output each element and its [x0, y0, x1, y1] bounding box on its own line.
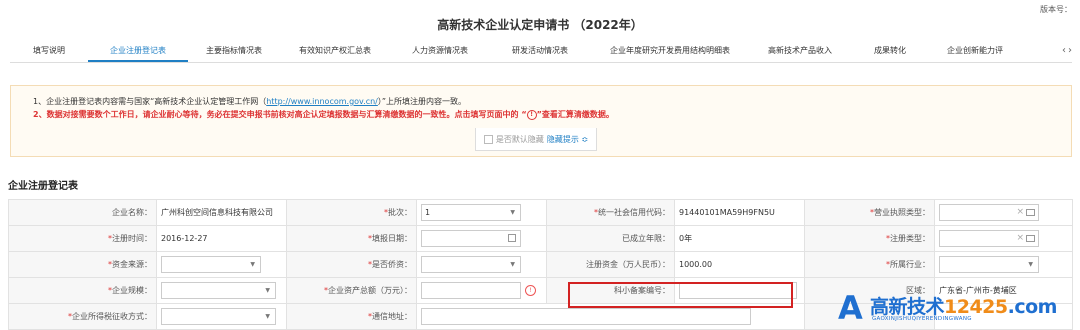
clear-icon[interactable]: × — [1016, 231, 1024, 246]
scale-select[interactable]: ▼ — [161, 282, 276, 299]
chevron-down-icon: ▼ — [265, 287, 270, 294]
tab-innovation[interactable]: 企业创新能力评 — [930, 41, 1020, 61]
smb-highlight-box — [568, 282, 793, 308]
hide-tip-toggle[interactable]: 是否默认隐藏 隐藏提示 ≎ — [475, 128, 597, 151]
default-hide-label: 是否默认隐藏 — [495, 134, 544, 144]
address-label: 通信地址： — [372, 312, 412, 321]
notice-line-2: 2、数据对接需要数个工作日，请企业耐心等待，务必在提交申报书前核对高企认定填报数… — [33, 109, 614, 120]
table-row: *注册时间： 2016-12-27 *填报日期： 已成立年限： 0年 *注册类型… — [8, 225, 1073, 252]
industry-label: 所属行业： — [890, 260, 930, 269]
industry-select[interactable]: ▼ — [939, 256, 1039, 273]
chevron-down-icon: ▼ — [1028, 261, 1033, 268]
tax-method-label: 企业所得税征收方式： — [72, 312, 152, 321]
reg-type-select[interactable]: × — [939, 230, 1039, 247]
folder-icon[interactable] — [1026, 209, 1035, 216]
reg-capital-value: 1000.00 — [674, 251, 805, 278]
tab-instructions[interactable]: 填写说明 — [10, 41, 88, 61]
fill-date-input[interactable] — [421, 230, 521, 247]
folder-icon[interactable] — [1026, 235, 1035, 242]
hide-tip-link[interactable]: 隐藏提示 ≎ — [547, 134, 588, 145]
chevron-down-icon: ▼ — [250, 261, 255, 268]
chevron-down-icon: ▼ — [510, 261, 515, 268]
fund-source-label: 资金来源： — [112, 260, 152, 269]
tab-hitech-income[interactable]: 高新技术产品收入 — [750, 41, 850, 61]
company-name-value: 广州科创空间信息科技有限公司 — [156, 199, 287, 226]
reg-capital-label: 注册资金（万人民币）： — [546, 251, 675, 278]
fill-date-label: 填报日期： — [372, 234, 412, 243]
license-type-select[interactable]: × — [939, 204, 1039, 221]
overseas-label: 是否侨资： — [372, 260, 412, 269]
default-hide-checkbox[interactable] — [483, 134, 493, 144]
calendar-icon[interactable] — [508, 234, 516, 242]
batch-select[interactable]: 1 ▼ — [421, 204, 521, 221]
credit-code-label: 统一社会信用代码： — [598, 208, 670, 217]
tab-ip-summary[interactable]: 有效知识产权汇总表 — [280, 41, 390, 61]
tab-achievement[interactable]: 成果转化 — [850, 41, 930, 61]
innocom-link[interactable]: http://www.innocom.gov.cn/ — [266, 97, 378, 106]
assets-input[interactable] — [421, 282, 521, 299]
fund-source-select[interactable]: ▼ — [161, 256, 261, 273]
tab-bar: 填写说明 企业注册登记表 主要指标情况表 有效知识产权汇总表 人力资源情况表 研… — [10, 41, 1072, 63]
section-title: 企业注册登记表 — [8, 181, 78, 192]
warning-circle-icon: ! — [526, 109, 537, 120]
page-title: 高新技术企业认定申请书 （2022年） — [437, 18, 643, 32]
chevron-left-icon[interactable]: ‹ — [1062, 41, 1066, 61]
chevron-down-icon: ▼ — [265, 313, 270, 320]
watermark-logo: A 高新技术12425.com GAOXINJISHUQIYERENDINGWA… — [838, 289, 1057, 327]
notice-line-1: 1、企业注册登记表内容需与国家“高新技术企业认定管理工作网（http://www… — [33, 97, 467, 106]
license-type-label: 营业执照类型： — [874, 208, 930, 217]
scale-label: 企业规模： — [112, 286, 152, 295]
tab-key-indicators[interactable]: 主要指标情况表 — [188, 41, 280, 61]
established-value: 0年 — [674, 225, 805, 252]
table-row: 企业名称： 广州科创空间信息科技有限公司 *批次： 1 ▼ *统一社会信用代码： … — [8, 199, 1073, 226]
reg-time-label: 注册时间： — [112, 234, 152, 243]
tab-rd-activity[interactable]: 研发活动情况表 — [490, 41, 590, 61]
company-name-label: 企业名称： — [8, 199, 157, 226]
overseas-select[interactable]: ▼ — [421, 256, 521, 273]
batch-label: 批次： — [388, 208, 412, 217]
chevron-down-icon: ▼ — [510, 209, 515, 216]
tax-method-select[interactable]: ▼ — [161, 308, 276, 325]
tab-hr[interactable]: 人力资源情况表 — [390, 41, 490, 61]
address-input[interactable] — [421, 308, 751, 325]
assets-label: 企业资产总额（万元）： — [328, 286, 412, 295]
table-row: *资金来源： ▼ *是否侨资： ▼ 注册资金（万人民币）： 1000.00 *所… — [8, 251, 1073, 278]
clear-icon[interactable]: × — [1016, 205, 1024, 220]
credit-code-value: 91440101MA59H9FN5U — [674, 199, 805, 226]
version-label: 版本号： — [1040, 5, 1072, 14]
tab-rd-expense[interactable]: 企业年度研究开发费用结构明细表 — [590, 41, 750, 61]
tab-registration[interactable]: 企业注册登记表 — [88, 41, 188, 62]
established-label: 已成立年限： — [546, 225, 675, 252]
reg-type-label: 注册类型： — [890, 234, 930, 243]
warning-circle-icon[interactable]: ! — [525, 285, 536, 296]
reg-time-value: 2016-12-27 — [156, 225, 287, 252]
chevron-right-icon[interactable]: › — [1068, 41, 1072, 61]
logo-a-icon: A — [838, 289, 863, 327]
